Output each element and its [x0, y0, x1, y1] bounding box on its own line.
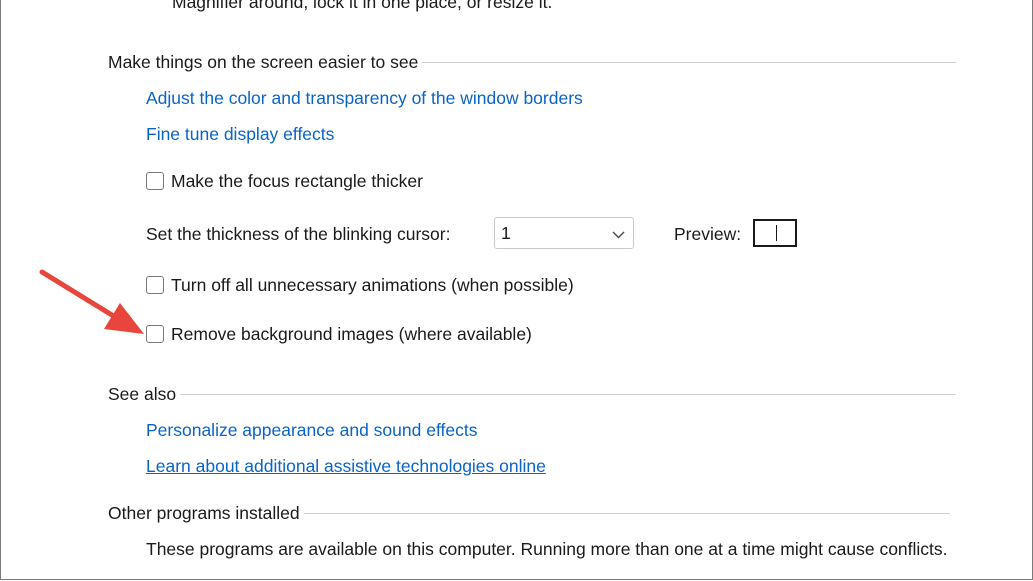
- section-heading-see-also: See also: [108, 383, 957, 405]
- section-heading-easier-to-see: Make things on the screen easier to see: [108, 51, 957, 73]
- background-images-option[interactable]: Remove background images (where availabl…: [146, 323, 532, 345]
- cursor-preview-box: [753, 219, 797, 247]
- focus-rectangle-checkbox[interactable]: [146, 172, 164, 190]
- cursor-thickness-label: Set the thickness of the blinking cursor…: [146, 224, 451, 244]
- adjust-window-borders-link[interactable]: Adjust the color and transparency of the…: [146, 87, 583, 109]
- section-divider: [303, 512, 950, 514]
- cursor-preview-caret: [776, 225, 777, 241]
- section-heading-label: Make things on the screen easier to see: [108, 52, 419, 72]
- personalize-appearance-link[interactable]: Personalize appearance and sound effects: [146, 419, 477, 441]
- chevron-down-icon: [612, 222, 625, 244]
- section-divider: [422, 61, 957, 63]
- animations-option[interactable]: Turn off all unnecessary animations (whe…: [146, 274, 574, 296]
- section-divider: [180, 393, 957, 395]
- animations-label: Turn off all unnecessary animations (whe…: [171, 275, 574, 295]
- fine-tune-display-link[interactable]: Fine tune display effects: [146, 123, 334, 145]
- background-images-checkbox[interactable]: [146, 325, 164, 343]
- magnifier-description: Magnifier around, lock it in one place, …: [172, 0, 553, 12]
- preview-label: Preview:: [674, 224, 742, 244]
- focus-rectangle-label: Make the focus rectangle thicker: [171, 171, 423, 191]
- background-images-label: Remove background images (where availabl…: [171, 324, 532, 344]
- section-heading-label: See also: [108, 384, 177, 404]
- red-arrow-icon: [39, 269, 144, 334]
- animations-checkbox[interactable]: [146, 276, 164, 294]
- section-heading-other-programs: Other programs installed: [108, 502, 950, 524]
- cursor-thickness-dropdown[interactable]: 1: [494, 217, 634, 249]
- assistive-technologies-link[interactable]: Learn about additional assistive technol…: [146, 455, 546, 477]
- other-programs-description: These programs are available on this com…: [146, 539, 948, 559]
- cursor-thickness-value: 1: [501, 223, 511, 243]
- focus-rectangle-option[interactable]: Make the focus rectangle thicker: [146, 170, 423, 192]
- section-heading-label: Other programs installed: [108, 503, 300, 523]
